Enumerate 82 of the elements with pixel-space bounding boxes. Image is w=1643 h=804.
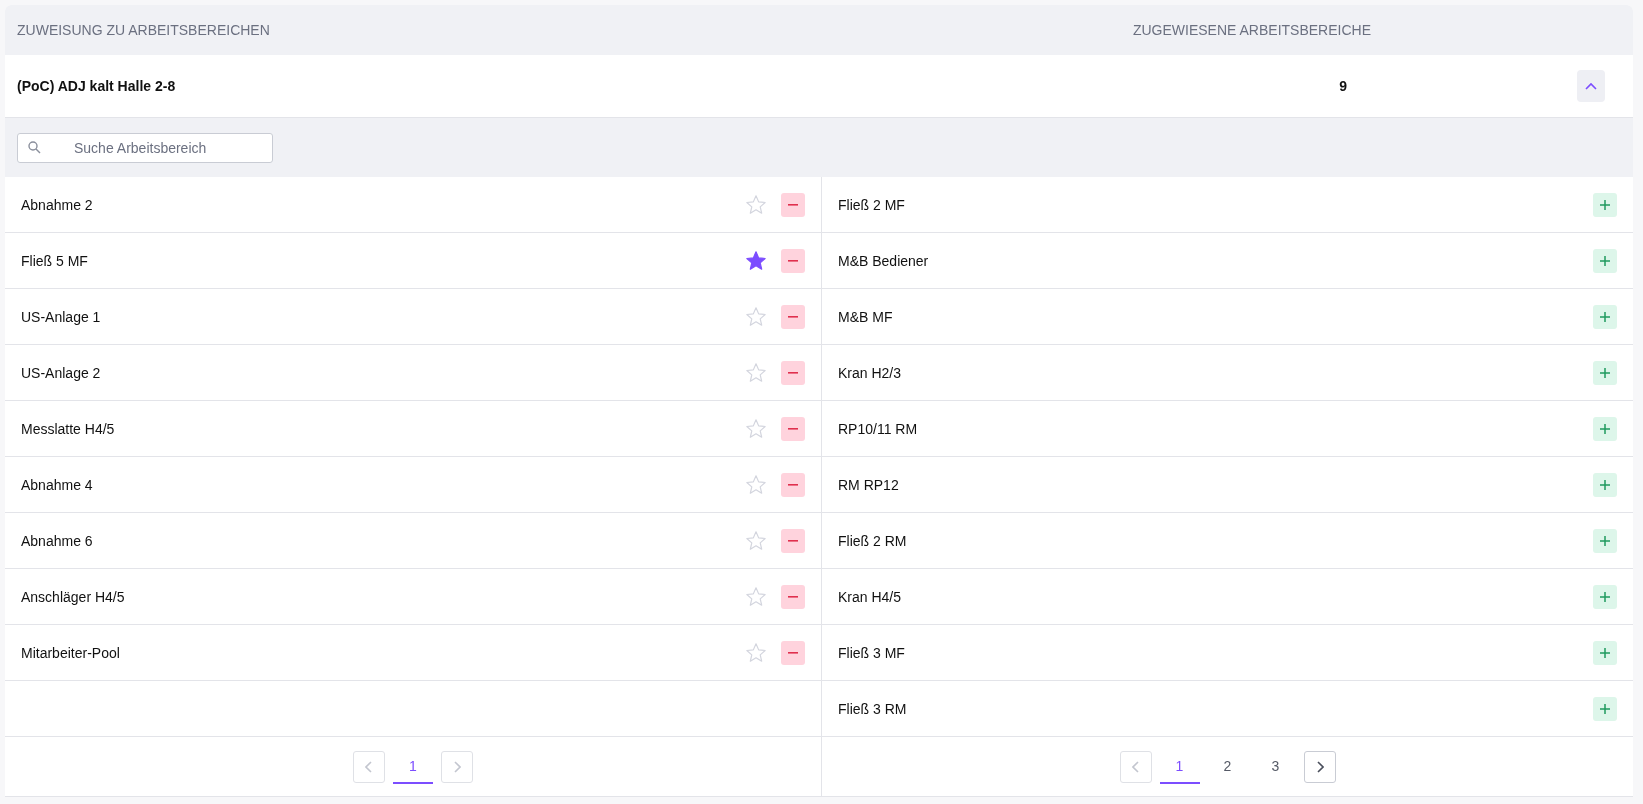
workarea-name: Anschläger H4/5 xyxy=(21,588,126,605)
add-button[interactable] xyxy=(1593,248,1617,273)
group-name: (PoC) ADJ kalt Halle 2-8 xyxy=(17,78,177,94)
add-button[interactable] xyxy=(1593,528,1617,553)
assigned-count: 9 xyxy=(1339,78,1347,94)
minus-icon xyxy=(788,203,798,206)
remove-button[interactable] xyxy=(781,416,805,441)
remove-button[interactable] xyxy=(781,640,805,665)
workarea-name: Fließ 2 RM xyxy=(838,532,908,549)
workarea-name: Abnahme 4 xyxy=(21,476,94,493)
plus-icon xyxy=(1600,535,1610,546)
workarea-name: Messlatte H4/5 xyxy=(21,420,116,437)
workarea-name: Fließ 3 RM xyxy=(838,700,908,717)
remove-button[interactable] xyxy=(781,528,805,553)
column-header: ZUGEWIESENE ARBEITSBEREICHE xyxy=(1132,22,1371,38)
page-button[interactable]: 2 xyxy=(1207,749,1248,784)
page-button[interactable]: 3 xyxy=(1255,749,1296,784)
search-field[interactable]: Suche Arbeitsbereich xyxy=(17,132,273,163)
workarea-name: RM RP12 xyxy=(838,476,900,493)
add-button[interactable] xyxy=(1593,584,1617,609)
minus-icon xyxy=(788,483,798,486)
plus-icon xyxy=(1600,423,1610,434)
workarea-name: Kran H2/3 xyxy=(838,364,903,381)
minus-icon xyxy=(788,651,798,654)
plus-icon xyxy=(1600,647,1610,658)
workarea-name: Mitarbeiter-Pool xyxy=(21,644,121,661)
chevron-right-icon xyxy=(453,760,461,773)
workarea-name: Fließ 5 MF xyxy=(21,252,89,269)
workarea-name: Abnahme 6 xyxy=(21,532,94,549)
workarea-name: Fließ 3 MF xyxy=(838,644,906,661)
chevron-icon xyxy=(1585,82,1597,90)
star-icon[interactable] xyxy=(745,473,767,496)
plus-icon xyxy=(1600,255,1610,266)
plus-icon xyxy=(1600,479,1610,490)
plus-icon xyxy=(1600,311,1610,322)
workarea-name: Kran H4/5 xyxy=(838,588,903,605)
workarea-name: RP10/11 RM xyxy=(838,420,919,437)
star-icon[interactable] xyxy=(745,641,767,664)
star-icon[interactable] xyxy=(745,193,767,216)
minus-icon xyxy=(788,259,798,262)
plus-icon xyxy=(1600,367,1610,378)
workarea-name: M&B MF xyxy=(838,308,894,325)
star-icon[interactable] xyxy=(745,585,767,608)
minus-icon xyxy=(788,427,798,430)
plus-icon xyxy=(1600,703,1610,714)
plus-icon xyxy=(1600,199,1610,210)
remove-button[interactable] xyxy=(781,472,805,497)
star-icon[interactable] xyxy=(745,529,767,552)
workarea-name: US-Anlage 1 xyxy=(21,308,102,325)
minus-icon xyxy=(788,595,798,598)
add-button[interactable] xyxy=(1593,360,1617,385)
next-page-button[interactable] xyxy=(1303,750,1336,783)
star-icon[interactable] xyxy=(745,361,767,384)
remove-button[interactable] xyxy=(781,584,805,609)
column-header: ZUWEISUNG ZU ARBEITSBEREICHEN xyxy=(17,22,271,38)
collapse-button[interactable] xyxy=(1577,70,1605,102)
page-button[interactable]: 1 xyxy=(1159,749,1200,784)
chevron-right-icon xyxy=(1315,760,1324,773)
chevron-left-icon xyxy=(365,760,373,773)
star-icon[interactable] xyxy=(745,305,767,328)
star-icon[interactable] xyxy=(745,249,767,272)
plus-icon xyxy=(1600,591,1610,602)
add-button[interactable] xyxy=(1593,192,1617,217)
workarea-name: US-Anlage 2 xyxy=(21,364,102,381)
star-icon[interactable] xyxy=(745,417,767,440)
add-button[interactable] xyxy=(1593,304,1617,329)
add-button[interactable] xyxy=(1593,416,1617,441)
minus-icon xyxy=(788,315,798,318)
remove-button[interactable] xyxy=(781,304,805,329)
minus-icon xyxy=(788,371,798,374)
add-button[interactable] xyxy=(1593,640,1617,665)
workarea-name: Abnahme 2 xyxy=(21,196,94,213)
remove-button[interactable] xyxy=(781,360,805,385)
workarea-name: Fließ 2 MF xyxy=(838,196,906,213)
add-button[interactable] xyxy=(1593,472,1617,497)
chevron-left-icon xyxy=(1131,760,1140,773)
workarea-name: M&B Bediener xyxy=(838,252,930,269)
minus-icon xyxy=(788,539,798,542)
remove-button[interactable] xyxy=(781,192,805,217)
add-button[interactable] xyxy=(1593,696,1617,721)
remove-button[interactable] xyxy=(781,248,805,273)
page-button[interactable]: 1 xyxy=(393,749,433,784)
